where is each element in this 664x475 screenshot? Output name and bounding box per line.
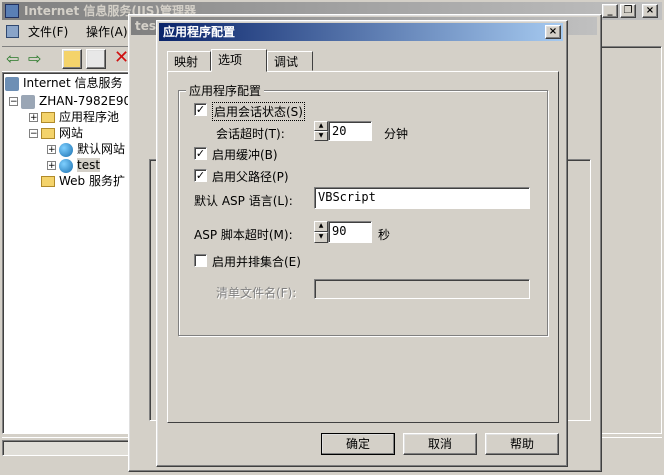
- manifest-label: 清单文件名(F):: [216, 286, 297, 300]
- website-icon: [59, 142, 73, 157]
- expand-icon[interactable]: +: [47, 161, 56, 171]
- tree-pane: Internet 信息服务 − ZHAN-7982E9015 + 应用程序池 − 网站…: [2, 72, 134, 434]
- spin-up-icon[interactable]: ▲: [314, 221, 328, 232]
- delete-icon[interactable]: ✕: [114, 47, 129, 68]
- tree-label: Web 服务扩: [59, 174, 125, 188]
- tab-page: 应用程序配置 ✓ 启用会话状态(S) 会话超时(T): ▲ ▼ 20 分钟 ✓ …: [167, 71, 559, 423]
- mmc-icon: [6, 25, 19, 38]
- enable-session-checkbox[interactable]: ✓: [194, 103, 207, 116]
- spin-up-icon[interactable]: ▲: [314, 121, 328, 131]
- tree-label: 应用程序池: [59, 110, 120, 124]
- collapse-icon[interactable]: −: [9, 97, 18, 107]
- horizontal-scrollbar[interactable]: [2, 440, 132, 456]
- enable-buffer-checkbox[interactable]: ✓: [194, 147, 207, 160]
- expand-icon[interactable]: +: [47, 145, 56, 155]
- tree-test-site[interactable]: + test: [47, 157, 101, 173]
- dialog-title-bar[interactable]: 应用程序配置 ×: [159, 23, 563, 41]
- session-timeout-unit: 分钟: [384, 127, 409, 141]
- enable-parent-paths-checkbox[interactable]: ✓: [194, 169, 207, 182]
- tree-label: ZHAN-7982E9015: [39, 94, 133, 108]
- asp-timeout-spinner[interactable]: ▲ ▼: [314, 221, 328, 243]
- session-timeout-input[interactable]: 20: [328, 121, 372, 141]
- toolbar: ⇦ ⇨ ✕: [2, 46, 132, 72]
- tab-mapping[interactable]: 映射: [167, 51, 211, 71]
- group-title: 应用程序配置: [186, 82, 265, 99]
- help-button[interactable]: 帮助: [485, 433, 559, 455]
- asp-language-input[interactable]: VBScript: [314, 187, 530, 209]
- back-icon[interactable]: ⇦: [6, 49, 19, 68]
- tree-root[interactable]: Internet 信息服务: [5, 75, 122, 91]
- side-by-side-checkbox[interactable]: [194, 254, 207, 267]
- asp-timeout-unit: 秒: [378, 228, 391, 242]
- side-by-side-label[interactable]: 启用并排集合(E): [212, 253, 301, 270]
- tree-label: 默认网站: [77, 142, 126, 156]
- iis-icon: [5, 76, 19, 91]
- expand-icon[interactable]: +: [29, 113, 38, 123]
- asp-timeout-label: ASP 脚本超时(M):: [194, 228, 293, 242]
- tab-strip: 映射 选项 调试: [167, 49, 557, 73]
- tree-default-site[interactable]: + 默认网站: [47, 141, 125, 157]
- menu-bar: 文件(F) 操作(A): [2, 22, 132, 42]
- folder-icon: [41, 128, 55, 139]
- website-icon: [59, 158, 73, 173]
- tree-label: 网站: [59, 126, 84, 140]
- app-icon: [5, 4, 19, 18]
- menu-action[interactable]: 操作(A): [82, 22, 132, 42]
- tree-web-extensions[interactable]: Web 服务扩: [41, 173, 125, 189]
- dialog-close-button[interactable]: ×: [545, 25, 561, 39]
- tree-websites[interactable]: − 网站: [29, 125, 83, 141]
- spin-down-icon[interactable]: ▼: [314, 232, 328, 243]
- folder-icon: [41, 112, 55, 123]
- session-timeout-spinner[interactable]: ▲ ▼: [314, 121, 328, 141]
- right-pane: [600, 46, 662, 434]
- spin-down-icon[interactable]: ▼: [314, 131, 328, 141]
- close-button[interactable]: ×: [642, 4, 658, 18]
- folder-icon: [41, 176, 55, 187]
- tree-label: Internet 信息服务: [23, 76, 123, 90]
- asp-timeout-input[interactable]: 90: [328, 221, 372, 243]
- enable-parent-paths-label[interactable]: 启用父路径(P): [212, 168, 289, 185]
- up-folder-icon[interactable]: [62, 49, 82, 69]
- forward-icon[interactable]: ⇨: [28, 49, 41, 68]
- enable-buffer-label[interactable]: 启用缓冲(B): [212, 146, 278, 163]
- tree-app-pools[interactable]: + 应用程序池: [29, 109, 119, 125]
- collapse-icon[interactable]: −: [29, 129, 38, 139]
- cancel-button[interactable]: 取消: [403, 433, 477, 455]
- ok-button[interactable]: 确定: [321, 433, 395, 455]
- tab-debug[interactable]: 调试: [267, 51, 313, 71]
- tree-server[interactable]: − ZHAN-7982E9015: [9, 93, 133, 109]
- tab-options[interactable]: 选项: [211, 49, 267, 72]
- tree-label: test: [77, 158, 101, 172]
- minimize-button[interactable]: _: [602, 4, 618, 18]
- enable-session-label[interactable]: 启用会话状态(S): [212, 102, 305, 121]
- asp-language-label: 默认 ASP 语言(L):: [194, 194, 293, 208]
- tree-toggle-icon[interactable]: [86, 49, 106, 69]
- menu-file[interactable]: 文件(F): [24, 22, 72, 42]
- manifest-input[interactable]: [314, 279, 530, 299]
- dialog-title-text: 应用程序配置: [163, 25, 236, 39]
- app-config-dialog: 应用程序配置 × 映射 选项 调试 应用程序配置 ✓ 启用会话状态(S) 会话超…: [156, 20, 568, 467]
- restore-button[interactable]: ❐: [620, 4, 636, 18]
- server-icon: [21, 94, 35, 109]
- session-timeout-label: 会话超时(T):: [216, 127, 285, 141]
